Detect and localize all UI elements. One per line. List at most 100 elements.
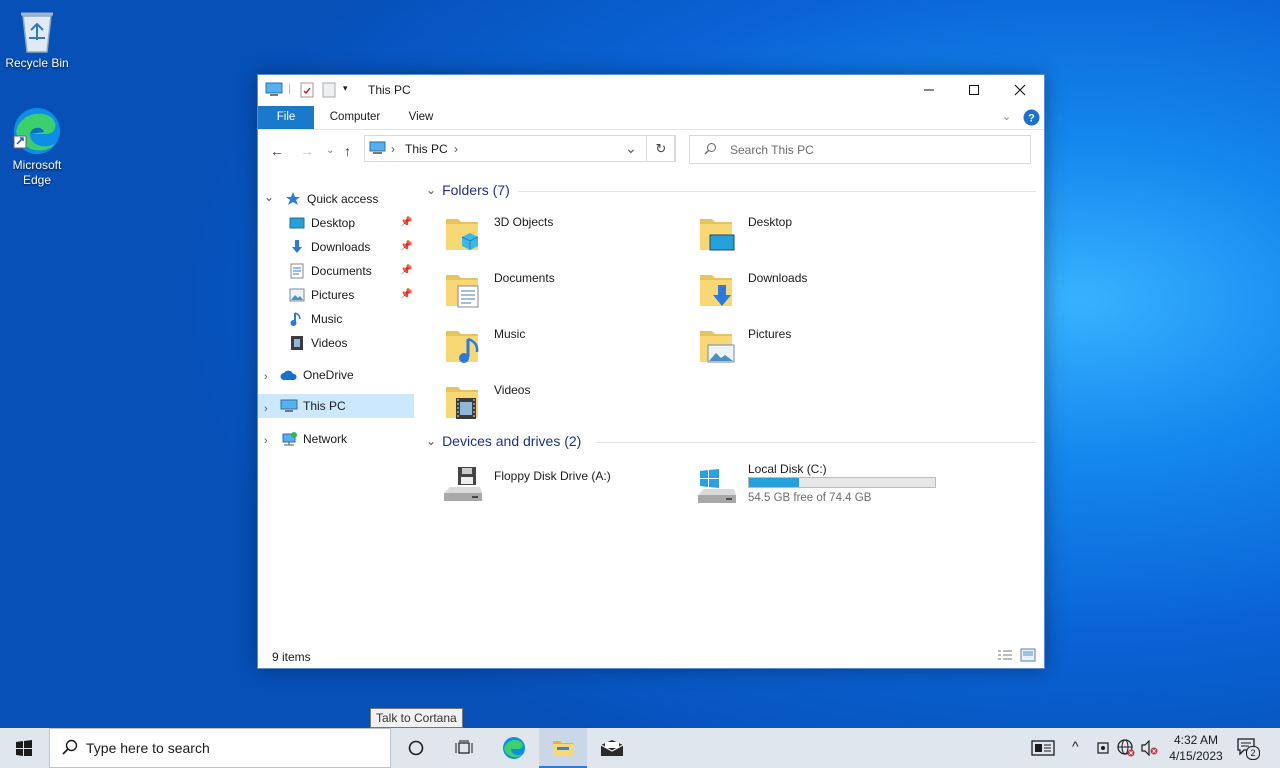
nav-label: This PC xyxy=(303,399,346,413)
devices-group-header[interactable]: ⌄ Devices and drives (2) xyxy=(426,433,581,449)
network-globe-icon[interactable] xyxy=(1117,739,1135,760)
nav-item-pictures[interactable]: Pictures xyxy=(288,283,354,307)
collapse-chevron-icon: ⌄ xyxy=(426,434,437,448)
nav-item-desktop[interactable]: Desktop xyxy=(288,211,355,235)
pin-icon: 📌 xyxy=(400,289,413,300)
folder-label: Pictures xyxy=(748,327,792,341)
nav-item-videos[interactable]: Videos xyxy=(288,331,347,355)
taskbar-edge-button[interactable] xyxy=(490,728,538,768)
expand-chevron-icon[interactable]: › xyxy=(264,403,268,415)
desktop-icon-label-line2: Edge xyxy=(22,173,52,187)
refresh-button[interactable]: ↻ xyxy=(646,135,676,162)
task-view-button[interactable] xyxy=(440,728,488,768)
this-pc-icon xyxy=(265,82,283,101)
address-dropdown-chevron-icon[interactable]: ⌄ xyxy=(625,140,637,157)
nav-quick-access[interactable]: Quick access xyxy=(284,187,378,211)
folder-3d-objects[interactable]: 3D Objects xyxy=(422,203,662,255)
breadcrumb-separator-icon[interactable]: › xyxy=(454,142,458,156)
up-arrow-icon[interactable]: ↑ xyxy=(344,143,351,159)
pin-icon: 📌 xyxy=(400,217,413,228)
group-divider xyxy=(518,191,1036,192)
refresh-icon: ↻ xyxy=(655,140,667,156)
network-icon xyxy=(280,431,298,447)
windows-logo-icon xyxy=(16,740,32,756)
back-arrow-icon[interactable]: ← xyxy=(270,143,284,159)
nav-label: Desktop xyxy=(311,216,356,230)
clock-time: 4:32 AM xyxy=(1173,733,1219,747)
explorer-window: | ▾ This PC File Computer View ⌄ ? ← → ⌄… xyxy=(257,74,1045,669)
taskbar: Type here to search ^ 4:32 AM 4/15/2023 xyxy=(0,728,1280,768)
maximize-button[interactable] xyxy=(951,75,997,105)
recycle-bin-icon xyxy=(21,12,53,53)
minimize-icon xyxy=(924,89,934,91)
taskbar-file-explorer-button[interactable] xyxy=(539,728,587,768)
desktop-icon xyxy=(288,215,306,231)
action-center-button[interactable]: 2 xyxy=(1237,738,1260,761)
volume-muted-icon[interactable] xyxy=(1141,739,1159,759)
tab-file[interactable]: File xyxy=(258,106,314,129)
close-button[interactable] xyxy=(997,75,1043,105)
clock-date: 4/15/2023 xyxy=(1169,749,1223,763)
nav-network[interactable]: Network xyxy=(280,427,347,451)
drive-floppy[interactable]: Floppy Disk Drive (A:) xyxy=(422,457,662,509)
status-bar: 9 items xyxy=(258,644,1044,668)
desktop-icon-edge[interactable]: Microsoft Edge xyxy=(1,106,73,188)
minimize-button[interactable] xyxy=(906,75,952,105)
drive-local-disk-c[interactable]: Local Disk (C:) 54.5 GB free of 74.4 GB xyxy=(676,457,936,509)
music-icon xyxy=(288,311,306,327)
folders-group-header[interactable]: ⌄ Folders (7) xyxy=(426,182,510,198)
nav-item-documents[interactable]: Documents xyxy=(288,259,372,283)
expand-chevron-icon[interactable]: › xyxy=(264,371,268,383)
nav-item-music[interactable]: Music xyxy=(288,307,342,331)
expand-ribbon-chevron-icon[interactable]: ⌄ xyxy=(1002,110,1011,123)
qa-separator: | xyxy=(288,81,292,95)
help-icon[interactable]: ? xyxy=(1023,109,1040,129)
mail-icon xyxy=(600,740,624,756)
cortana-button[interactable] xyxy=(392,728,440,768)
search-box[interactable]: Search This PC xyxy=(689,135,1031,164)
folder-documents[interactable]: Documents xyxy=(422,259,662,311)
desktop-icon-recycle-bin[interactable]: Recycle Bin xyxy=(1,8,73,71)
folder-desktop[interactable]: Desktop xyxy=(676,203,916,255)
nav-label: Music xyxy=(311,312,343,326)
show-hidden-icons-chevron-icon[interactable]: ^ xyxy=(1072,738,1079,754)
folder-pictures[interactable]: Pictures xyxy=(676,315,916,367)
edge-icon xyxy=(13,108,60,154)
drive-label: Floppy Disk Drive (A:) xyxy=(494,469,611,483)
forward-arrow-icon[interactable]: → xyxy=(300,143,314,159)
address-bar[interactable]: › This PC › ⌄ xyxy=(364,135,675,162)
start-button[interactable] xyxy=(0,728,48,768)
recent-locations-chevron-icon[interactable]: ⌄ xyxy=(326,145,334,156)
news-and-interests-icon[interactable] xyxy=(1031,740,1055,759)
taskbar-search-placeholder: Type here to search xyxy=(86,740,210,756)
taskbar-search-box[interactable]: Type here to search xyxy=(49,728,391,768)
close-icon xyxy=(1014,84,1026,96)
folder-label: Downloads xyxy=(748,271,808,285)
details-view-icon[interactable] xyxy=(997,649,1013,665)
pictures-folder-icon xyxy=(700,331,735,363)
expand-chevron-icon[interactable]: › xyxy=(264,435,268,447)
folder-music[interactable]: Music xyxy=(422,315,662,367)
meet-now-icon[interactable] xyxy=(1096,740,1110,759)
properties-icon[interactable] xyxy=(300,82,314,101)
desktop-folder-icon xyxy=(700,219,735,251)
large-icons-view-icon[interactable] xyxy=(1020,648,1036,665)
collapse-chevron-icon[interactable]: ⌄ xyxy=(264,190,274,204)
title-bar[interactable]: | ▾ This PC xyxy=(258,75,1044,105)
taskbar-mail-button[interactable] xyxy=(588,728,636,768)
nav-onedrive[interactable]: OneDrive xyxy=(280,363,354,387)
new-folder-icon[interactable] xyxy=(322,82,336,101)
tab-computer[interactable]: Computer xyxy=(322,106,388,129)
nav-this-pc[interactable]: This PC xyxy=(280,394,346,418)
drive-label: Local Disk (C:) xyxy=(748,462,827,476)
folder-videos[interactable]: Videos xyxy=(422,371,662,423)
floppy-drive-icon xyxy=(444,467,482,501)
tab-view[interactable]: View xyxy=(398,106,444,129)
breadcrumb-this-pc[interactable]: This PC xyxy=(405,142,448,156)
taskbar-clock[interactable]: 4:32 AM 4/15/2023 xyxy=(1166,732,1226,764)
folder-downloads[interactable]: Downloads xyxy=(676,259,916,311)
folder-label: Documents xyxy=(494,271,555,285)
nav-item-downloads[interactable]: Downloads xyxy=(288,235,370,259)
customize-qa-dropdown-icon[interactable]: ▾ xyxy=(343,83,348,94)
star-icon xyxy=(284,191,302,207)
